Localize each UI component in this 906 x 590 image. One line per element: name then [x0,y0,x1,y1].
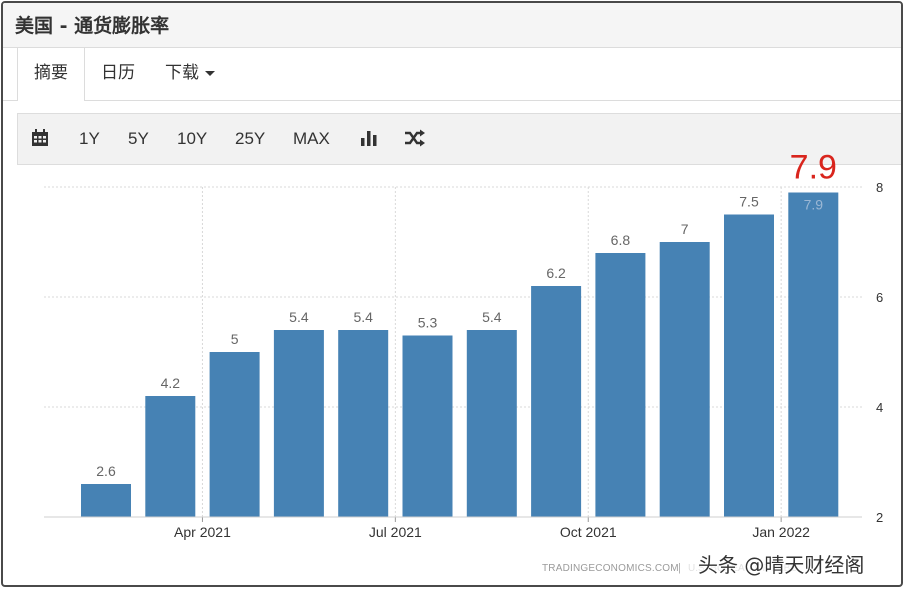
y-tick-label: 8 [876,180,883,195]
bar [145,396,196,517]
bar-value-label: 7 [681,221,689,237]
bar [209,352,260,517]
bar-value-label: 6.2 [546,265,566,281]
bar [724,214,774,517]
bar [595,253,646,517]
y-tick-label: 4 [876,400,883,415]
y-tick-label: 2 [876,510,883,525]
bar [273,330,324,517]
x-tick-label: Oct 2021 [560,524,617,540]
bar [659,242,710,517]
bar-value-label: 2.6 [96,463,116,479]
bar-value-label: 7.5 [739,194,759,210]
bar-value-label: 5.4 [482,309,502,325]
inflation-bar-chart: 2 4 6 8 Apr 2021 Jul 2021 Oct 2021 Jan 2022 2.6 4… [44,149,883,540]
x-tick-label: Apr 2021 [174,524,231,540]
bar [402,335,453,517]
bar [531,286,582,517]
bar [338,330,389,517]
bar [81,484,131,517]
bar-value-label: 5.3 [418,315,438,331]
bar-value-label: 5.4 [353,309,373,325]
footer-separator: | [678,562,681,574]
latest-value-highlight: 7.9 [790,149,837,187]
bar-value-label: 6.8 [611,232,631,248]
bar-value-label: 5 [231,331,239,347]
x-tick-label: Jan 2022 [752,524,810,540]
bar-value-label: 4.2 [161,375,181,391]
bar-value-label: 5.4 [289,309,309,325]
bar-value-label: 7.9 [804,197,824,213]
watermark: 头条 @晴天财经阁 [698,553,865,577]
source-credit[interactable]: TRADINGECONOMICS.COM [542,563,679,574]
x-tick-label: Jul 2021 [369,524,422,540]
bar [788,192,839,517]
bar [466,330,517,517]
y-tick-label: 6 [876,290,883,305]
